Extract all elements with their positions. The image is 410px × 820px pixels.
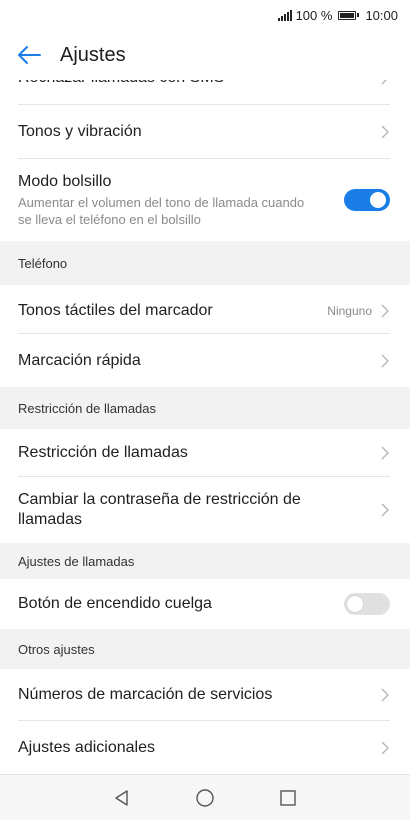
section-header-other: Otros ajustes bbox=[0, 629, 410, 669]
chevron-right-icon bbox=[381, 503, 389, 517]
chevron-right-icon bbox=[381, 304, 389, 318]
signal-icon bbox=[277, 9, 292, 21]
chevron-right-icon bbox=[381, 80, 387, 85]
chevron-right-icon bbox=[381, 688, 389, 701]
back-button[interactable] bbox=[14, 40, 44, 70]
row-label: Cambiar la contraseña de restricción de … bbox=[18, 491, 301, 528]
nav-home-button[interactable] bbox=[193, 786, 217, 810]
row-label: Restricción de llamadas bbox=[18, 444, 188, 461]
row-power-button-ends-call[interactable]: Botón de encendido cuelga bbox=[0, 579, 410, 629]
back-arrow-icon bbox=[18, 46, 41, 64]
settings-list[interactable]: Rechazar llamadas con SMS Tonos y vibrac… bbox=[0, 80, 410, 774]
row-speed-dial[interactable]: Marcación rápida bbox=[0, 334, 410, 387]
battery-percent: 100 % bbox=[295, 7, 333, 23]
chevron-right-icon bbox=[381, 446, 389, 460]
row-reject-sms[interactable]: Rechazar llamadas con SMS bbox=[0, 80, 410, 94]
row-pocket-mode[interactable]: Modo bolsillo Aumentar el volumen del to… bbox=[0, 159, 410, 241]
section-header-barring: Restricción de llamadas bbox=[0, 387, 410, 429]
row-label: Tonos y vibración bbox=[18, 122, 142, 140]
app-bar: Ajustes bbox=[0, 30, 410, 80]
system-nav-bar bbox=[0, 774, 410, 820]
square-recents-icon bbox=[280, 789, 297, 806]
status-bar: 100 % 10:00 bbox=[0, 0, 410, 30]
row-call-barring[interactable]: Restricción de llamadas bbox=[0, 429, 410, 477]
power-button-toggle[interactable] bbox=[344, 593, 390, 615]
clock: 10:00 bbox=[365, 7, 398, 23]
row-label: Botón de encendido cuelga bbox=[18, 595, 212, 612]
battery-icon bbox=[338, 10, 360, 20]
row-tones-vibration[interactable]: Tonos y vibración bbox=[0, 105, 410, 158]
section-header-call-settings: Ajustes de llamadas bbox=[0, 543, 410, 579]
row-label: Marcación rápida bbox=[18, 351, 141, 369]
circle-home-icon bbox=[196, 788, 214, 807]
page-title: Ajustes bbox=[60, 43, 126, 66]
row-dialer-tones[interactable]: Tonos táctiles del marcador Ninguno bbox=[0, 285, 410, 337]
row-additional-settings[interactable]: Ajustes adicionales bbox=[0, 721, 410, 774]
row-description: Aumentar el volumen del tono de llamada … bbox=[18, 195, 305, 227]
chevron-right-icon bbox=[381, 125, 389, 138]
chevron-right-icon bbox=[381, 354, 389, 367]
row-label: Tonos táctiles del marcador bbox=[18, 302, 213, 319]
nav-back-button[interactable] bbox=[110, 786, 134, 810]
triangle-back-icon bbox=[114, 789, 128, 806]
nav-recents-button[interactable] bbox=[276, 786, 300, 810]
row-label: Rechazar llamadas con SMS bbox=[18, 80, 372, 88]
chevron-right-icon bbox=[381, 741, 389, 754]
section-header-phone: Teléfono bbox=[0, 241, 410, 285]
pocket-mode-toggle[interactable] bbox=[344, 189, 390, 211]
row-change-barring-password[interactable]: Cambiar la contraseña de restricción de … bbox=[0, 477, 410, 543]
row-service-numbers[interactable]: Números de marcación de servicios bbox=[0, 669, 410, 720]
row-label: Modo bolsillo bbox=[18, 173, 112, 190]
row-value: Ninguno bbox=[327, 304, 372, 318]
row-label: Ajustes adicionales bbox=[18, 738, 155, 756]
row-label: Números de marcación de servicios bbox=[18, 685, 273, 703]
